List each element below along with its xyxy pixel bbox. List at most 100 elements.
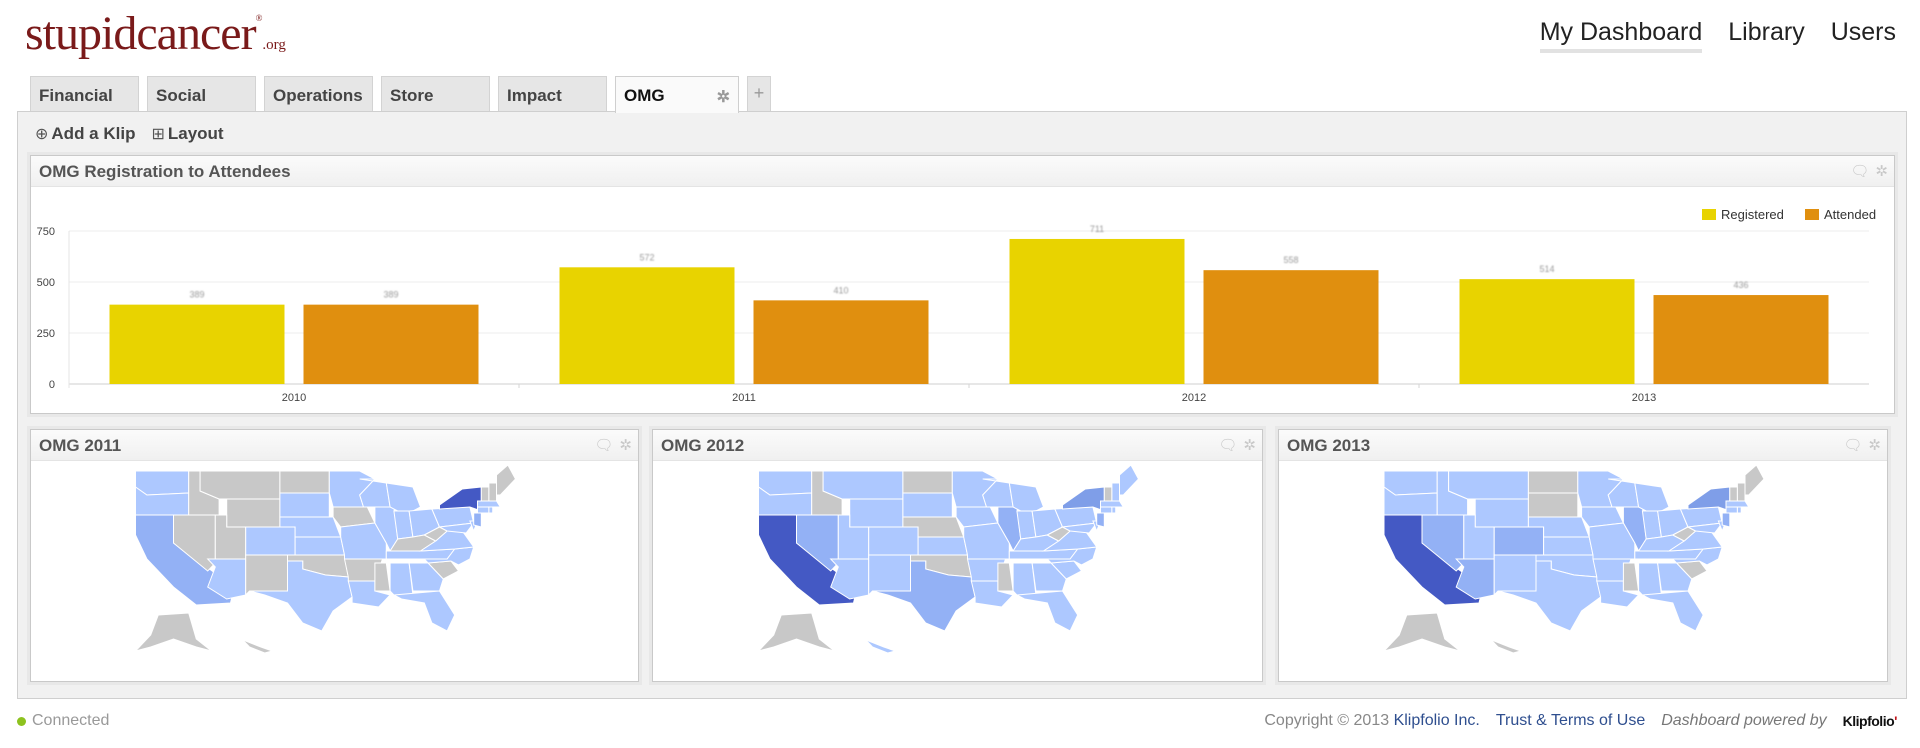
tab-impact[interactable]: Impact	[498, 76, 607, 112]
state-WY	[1474, 498, 1529, 528]
comment-icon[interactable]: 🗨	[1850, 162, 1869, 180]
comment-icon[interactable]: 🗨	[1843, 436, 1862, 454]
state-VT	[1103, 486, 1113, 502]
data-label: 389	[383, 290, 398, 300]
gear-icon[interactable]: ✲	[1243, 436, 1256, 454]
state-ME	[496, 464, 517, 496]
state-NM	[1493, 554, 1537, 597]
state-NY	[1062, 486, 1105, 512]
klip-header: OMG 2012 🗨 ✲	[653, 430, 1262, 461]
state-KS	[917, 536, 969, 556]
klip-header: OMG Registration to Attendees 🗨 ✲	[31, 156, 1894, 187]
tab-social[interactable]: Social	[147, 76, 256, 112]
tab-operations[interactable]: Operations	[264, 76, 373, 112]
state-ME	[1744, 464, 1765, 496]
state-NH	[488, 482, 497, 502]
add-klip-label: Add a Klip	[51, 124, 136, 143]
state-MS	[1622, 562, 1640, 592]
comment-icon[interactable]: 🗨	[1218, 436, 1237, 454]
state-SD	[279, 492, 330, 518]
state-MS	[997, 562, 1014, 592]
bar-attended-2012	[1203, 270, 1379, 384]
state-WA	[1383, 470, 1438, 496]
data-label: 558	[1283, 255, 1298, 265]
top-navigation: My Dashboard Library Users	[1539, 18, 1896, 53]
state-HI	[241, 638, 275, 654]
state-AK	[1382, 612, 1461, 652]
state-FL	[1640, 590, 1704, 632]
tab-omg[interactable]: OMG ✲	[615, 76, 739, 113]
comment-icon[interactable]: 🗨	[594, 436, 613, 454]
tab-financial[interactable]: Financial	[30, 76, 139, 112]
add-tab-button[interactable]: +	[747, 76, 771, 112]
us-map	[756, 464, 1140, 654]
gear-icon[interactable]: ✲	[717, 87, 730, 107]
state-ND	[279, 470, 330, 494]
state-MT	[199, 470, 281, 500]
state-CO	[868, 526, 919, 556]
state-AK	[133, 612, 212, 652]
state-WY	[849, 498, 904, 528]
klipfolio-logo[interactable]: Klipfolio	[1843, 713, 1897, 729]
state-MA	[477, 500, 502, 508]
state-NY	[1687, 486, 1731, 512]
layout-button[interactable]: ⊞ Layout	[151, 124, 223, 144]
footer: Copyright © 2013 Klipfolio Inc. Trust & …	[1264, 712, 1897, 730]
state-AK	[756, 612, 835, 652]
state-ME	[1119, 464, 1140, 496]
bar-registered-2012	[1009, 238, 1185, 384]
state-KS	[1543, 536, 1594, 556]
state-NM	[245, 554, 288, 597]
klip-header: OMG 2013 🗨 ✲	[1279, 430, 1887, 461]
klip-title: OMG 2011	[39, 436, 122, 455]
state-VT	[480, 486, 490, 502]
bar-attended-2010	[303, 304, 479, 384]
dashboard-toolbar: ⊕ Add a Klip ⊞ Layout	[35, 124, 224, 144]
state-RI	[1111, 506, 1117, 514]
y-tick-label: 0	[49, 379, 55, 391]
data-label: 572	[639, 252, 654, 262]
bar-chart: 0 250 500 750 389 389 2010 572 410 2011 711 558 2012…	[37, 207, 1876, 404]
state-HI	[1490, 638, 1523, 654]
x-tick-label: 2010	[282, 392, 306, 404]
us-map	[1382, 464, 1765, 654]
nav-library[interactable]: Library	[1728, 18, 1804, 53]
terms-link[interactable]: Trust & Terms of Use	[1496, 712, 1645, 730]
gear-icon[interactable]: ✲	[619, 436, 632, 454]
circle-plus-icon: ⊕	[35, 126, 49, 143]
add-klip-button[interactable]: ⊕ Add a Klip	[35, 124, 135, 144]
gear-icon[interactable]: ✲	[1875, 162, 1888, 180]
state-SD	[902, 492, 953, 518]
bar-attended-2011	[753, 300, 929, 384]
tab-omg-label: OMG	[624, 86, 665, 105]
state-WY	[226, 498, 281, 528]
klip-title: OMG Registration to Attendees	[39, 162, 291, 181]
y-tick-label: 250	[37, 328, 55, 340]
us-map	[133, 464, 517, 654]
logo-registered-mark: ®	[255, 13, 263, 23]
state-NM	[868, 554, 911, 597]
y-tick-label: 750	[37, 226, 55, 238]
data-label: 410	[833, 285, 848, 295]
legend-label: Attended	[1824, 207, 1876, 222]
klip-icons: 🗨 ✲	[594, 436, 632, 454]
state-WA	[758, 470, 813, 496]
map-klip-2013: OMG 2013 🗨 ✲	[1278, 429, 1888, 682]
bar-attended-2013	[1653, 295, 1829, 384]
klip-icons: 🗨 ✲	[1850, 162, 1888, 180]
dashboard-area: ⊕ Add a Klip ⊞ Layout OMG Registration t…	[17, 111, 1907, 699]
nav-my-dashboard[interactable]: My Dashboard	[1539, 18, 1703, 53]
tab-store[interactable]: Store	[381, 76, 490, 112]
gear-icon[interactable]: ✲	[1868, 436, 1881, 454]
company-link[interactable]: Klipfolio Inc.	[1394, 712, 1480, 729]
data-label: 711	[1090, 224, 1104, 234]
legend-label: Registered	[1721, 207, 1784, 222]
logo[interactable]: stupidcancer® .org	[25, 10, 286, 58]
bar-registered-2010	[109, 304, 285, 384]
logo-suffix: .org	[262, 37, 286, 53]
nav-users[interactable]: Users	[1831, 18, 1896, 53]
state-CO	[1493, 526, 1545, 556]
state-NH	[1111, 482, 1120, 502]
klip-title: OMG 2012	[661, 436, 745, 455]
state-KS	[294, 536, 346, 556]
